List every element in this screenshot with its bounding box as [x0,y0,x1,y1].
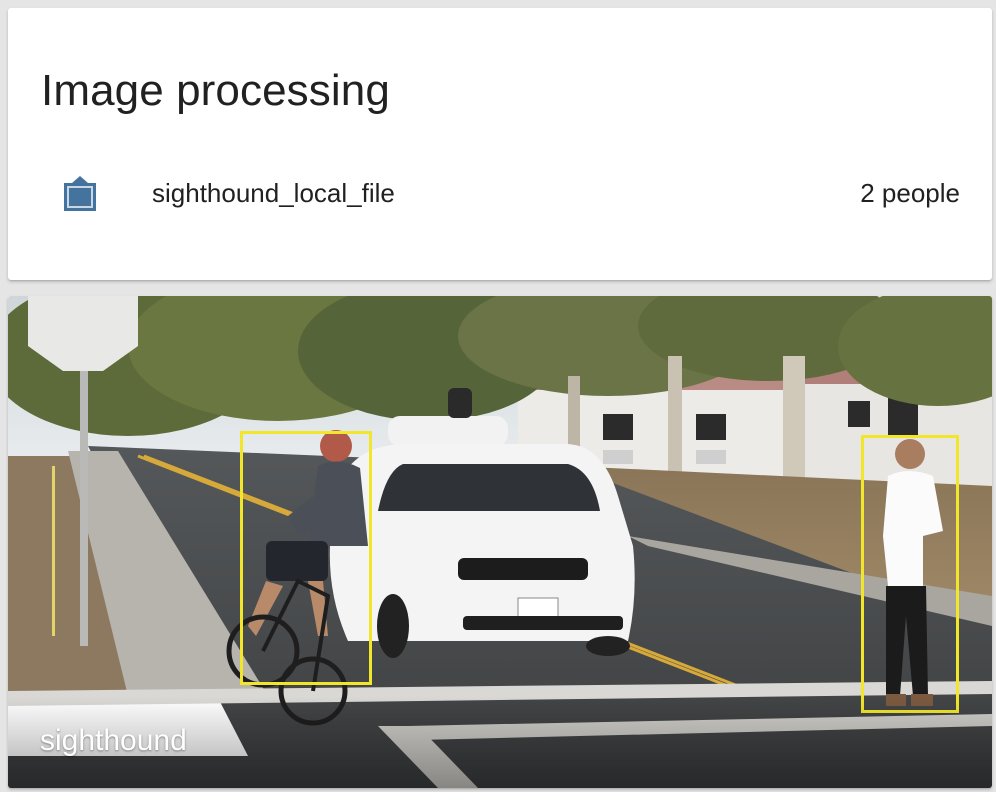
card-title: Image processing [41,66,390,115]
detection-box-pedestrian [861,435,959,713]
entity-row-sighthound[interactable]: sighthound_local_file 2 people [8,168,992,218]
picture-card[interactable]: sighthound [8,296,992,788]
entity-state: 2 people [860,178,960,208]
entities-card: Image processing sighthound_local_file 2… [8,8,992,280]
picture-label: sighthound [40,724,187,757]
entity-name[interactable]: sighthound_local_file [152,178,395,209]
detection-box-cyclist [240,431,372,685]
image-icon [64,176,96,211]
